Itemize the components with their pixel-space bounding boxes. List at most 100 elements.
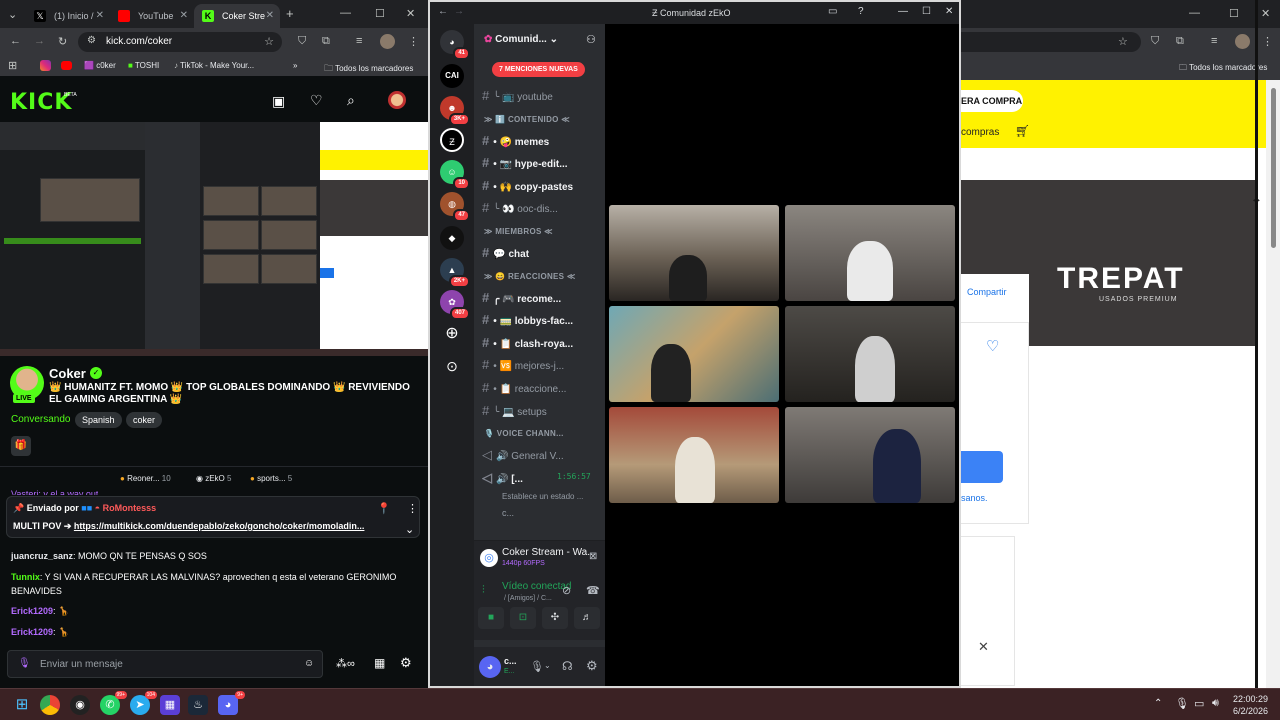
reload-icon[interactable]: ↻ xyxy=(58,35,67,48)
username[interactable]: c... xyxy=(504,656,517,666)
close-icon[interactable]: ✕ xyxy=(945,6,953,17)
bookmark-c0ker[interactable]: 🟪 c0ker xyxy=(84,61,116,70)
stream-category[interactable]: Conversando xyxy=(11,414,70,425)
connection-channel[interactable]: / [Amigos] / C... xyxy=(504,595,552,602)
close-icon[interactable]: ✕ xyxy=(978,639,989,655)
store-icon[interactable]: ▦ xyxy=(374,656,385,670)
reading-list-icon[interactable]: ≡ xyxy=(356,35,362,47)
text-channel[interactable]: # • 🚃 lobbys-fac... xyxy=(482,312,602,330)
mic-icon[interactable]: 🎙 xyxy=(18,658,31,669)
back-icon[interactable]: ← xyxy=(438,6,448,17)
channel-category[interactable]: ≫ ℹ️ CONTENIDO ≪ xyxy=(484,115,570,124)
chrome-icon[interactable] xyxy=(40,695,60,715)
invite-people-icon[interactable]: ⚇ xyxy=(586,33,596,46)
share-link[interactable]: Compartir xyxy=(967,287,1007,297)
server-icon[interactable]: ◆ xyxy=(440,226,464,250)
pinned-menu-icon[interactable]: ⋮ xyxy=(407,502,418,515)
server-icon[interactable]: ◍ 47 xyxy=(440,192,470,222)
tab-kick[interactable]: K Coker Stre ✕ xyxy=(194,4,280,28)
discover-icon[interactable]: ⊙ xyxy=(440,354,464,378)
channel-category[interactable]: ≫ 😄 REACCIONES ≪ xyxy=(484,272,576,281)
profile-avatar[interactable] xyxy=(1235,34,1250,49)
text-channel[interactable]: # • 🙌 copy-pastes xyxy=(482,178,602,196)
video-tile-1[interactable] xyxy=(609,205,779,301)
telegram-icon[interactable]: ➤ 104 xyxy=(130,691,157,715)
pinned-link[interactable]: https://multikick.com/duendepablo/zeko/g… xyxy=(74,521,365,531)
favorite-heart-icon[interactable]: ♡ xyxy=(986,337,999,355)
search-icon[interactable]: ⌕ xyxy=(347,92,355,109)
add-server-icon[interactable]: ⊕ xyxy=(440,322,464,346)
address-bar[interactable] xyxy=(961,32,1141,52)
extensions-icon[interactable]: ⧉ xyxy=(322,35,330,48)
chat-username[interactable]: juancruz_sanz xyxy=(11,551,73,561)
server-icon[interactable]: ☻ 3K+ xyxy=(440,96,470,126)
text-channel[interactable]: # ╰ 📺 youtube xyxy=(482,88,602,106)
gift-icon[interactable]: 🎁 xyxy=(11,436,31,456)
user-avatar[interactable]: ◕ xyxy=(479,656,501,678)
start-icon[interactable]: ⊞ xyxy=(12,695,32,715)
youtube-icon[interactable] xyxy=(61,61,72,70)
text-channel[interactable]: # • 📷 hype-edit... xyxy=(482,155,602,173)
text-channel[interactable]: # ╰ 👀 ooc-dis... xyxy=(482,200,602,218)
minimize-icon[interactable]: — xyxy=(1189,7,1200,19)
text-channel[interactable]: # • 📋 clash-roya... xyxy=(482,335,602,353)
extension-shield-icon[interactable]: ⛉ xyxy=(1151,35,1159,48)
address-bar[interactable]: ⚙ kick.com/coker ☆ xyxy=(78,32,282,52)
server-zeko[interactable]: Ƶ xyxy=(440,128,464,152)
emoji-icon[interactable]: ☺ xyxy=(304,658,314,669)
heart-icon[interactable]: ♡ xyxy=(310,92,323,109)
menu-icon[interactable]: ⋮ xyxy=(1262,35,1273,48)
channel-category[interactable]: 🎙️ VOICE CHANN... xyxy=(484,429,564,438)
chat-tab-zeko[interactable]: ◉ zEkO 5 xyxy=(196,474,231,483)
chevron-down-icon[interactable]: ⌄ xyxy=(544,661,551,670)
video-tile-2[interactable] xyxy=(785,205,955,301)
text-channel[interactable]: # 💬 chat xyxy=(482,245,602,263)
mic-icon[interactable]: 🎙 xyxy=(530,660,544,673)
minimize-icon[interactable]: — xyxy=(340,7,351,19)
instagram-icon[interactable] xyxy=(40,60,51,71)
following-icon[interactable]: ▣ xyxy=(272,93,285,110)
reading-list-icon[interactable]: ≡ xyxy=(1211,35,1217,47)
settings-icon[interactable]: ⚙ xyxy=(400,655,412,671)
calculator-icon[interactable]: ▦ xyxy=(160,695,180,715)
user-settings-icon[interactable]: ⚙ xyxy=(586,658,598,674)
forward-icon[interactable]: → xyxy=(454,6,464,17)
menu-icon[interactable]: ⋮ xyxy=(408,35,419,48)
soundboard-icon[interactable]: ♬ xyxy=(574,607,600,629)
inbox-icon[interactable]: ▭ xyxy=(828,6,837,17)
stop-stream-icon[interactable]: ⊠ xyxy=(589,551,597,562)
video-player[interactable] xyxy=(0,122,428,350)
site-info-icon[interactable]: ⚙ xyxy=(87,35,96,46)
text-channel[interactable]: # • 🤪 memes xyxy=(482,133,602,151)
discord-icon[interactable]: ◕ 9+ xyxy=(218,691,245,715)
new-tab-icon[interactable]: + xyxy=(286,6,294,21)
server-icon[interactable]: ✿ 407 xyxy=(440,290,470,320)
all-bookmarks[interactable]: 🗀 Todos los marcadores xyxy=(324,61,413,77)
whatsapp-icon[interactable]: ✆ 99+ xyxy=(100,691,127,715)
close-icon[interactable]: ✕ xyxy=(180,10,188,21)
steam-icon[interactable]: ♨ xyxy=(188,695,208,715)
chat-tab-sports[interactable]: ● sports... 5 xyxy=(250,474,292,483)
extensions-icon[interactable]: ⧉ xyxy=(1176,35,1184,48)
new-mentions-badge[interactable]: 7 MENCIONES NUEVAS xyxy=(492,62,585,77)
chat-input[interactable]: 🎙 Enviar un mensaje ☺ xyxy=(7,650,323,678)
text-channel[interactable]: # • 🆚 mejores-j... xyxy=(482,357,602,375)
clock-time[interactable]: 22:00:29 xyxy=(1232,694,1268,704)
user-avatar[interactable] xyxy=(388,91,406,109)
bookmark-toshi[interactable]: ■ TOSHI xyxy=(128,61,159,70)
server-cai[interactable]: CAI xyxy=(440,64,464,88)
help-icon[interactable]: ? xyxy=(858,6,864,17)
cart-icon[interactable]: 🛒︎ xyxy=(1015,124,1030,138)
info-link[interactable]: sanos. xyxy=(961,493,988,503)
obs-icon[interactable]: ◉ xyxy=(70,695,90,715)
video-tile-6[interactable] xyxy=(785,407,955,503)
bookmark-star-icon[interactable]: ☆ xyxy=(1118,35,1128,48)
minimize-icon[interactable]: — xyxy=(898,6,908,17)
close-window-icon[interactable]: ✕ xyxy=(406,7,415,20)
chat-username[interactable]: Erick1209 xyxy=(11,627,53,637)
video-tile-5[interactable] xyxy=(609,407,779,503)
streamer-name[interactable]: Coker xyxy=(49,366,86,381)
headphones-icon[interactable]: ☊ xyxy=(562,659,573,673)
text-channel[interactable]: # • 📋 reaccione... xyxy=(482,380,602,398)
screen-share-icon[interactable]: ⊡ xyxy=(510,607,536,629)
